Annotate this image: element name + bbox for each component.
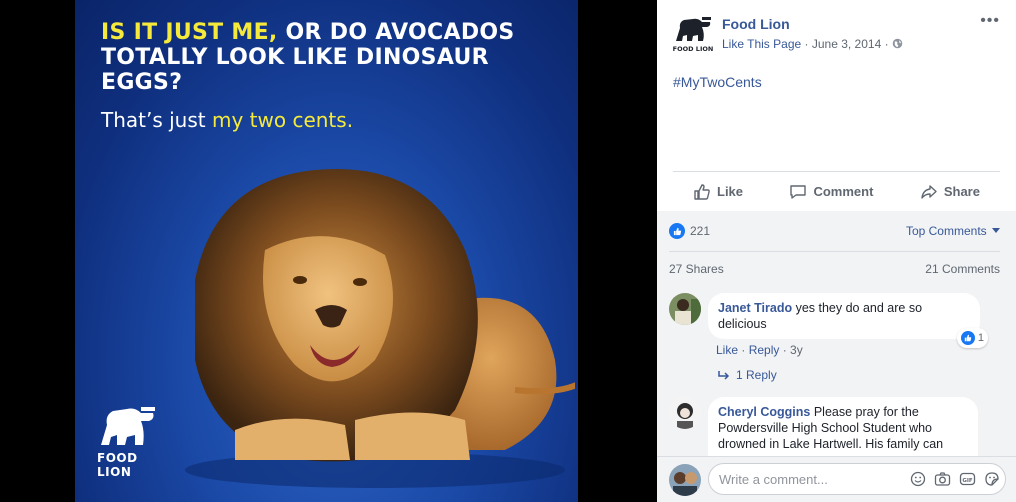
like-reaction-icon <box>669 223 685 239</box>
svg-text:GIF: GIF <box>962 478 973 484</box>
gif-icon[interactable]: GIF <box>959 471 976 490</box>
share-icon <box>921 184 937 199</box>
comment-icon <box>790 184 807 199</box>
sticker-icon[interactable] <box>984 471 1000 490</box>
comment: Janet Tirado yes they do and are so deli… <box>669 293 988 348</box>
view-replies-link[interactable]: 1 Reply <box>718 368 777 382</box>
like-label: Like <box>717 184 744 199</box>
comment-dot: · <box>738 343 749 357</box>
headline-highlight: IS IT JUST ME, <box>101 20 278 45</box>
comment-composer: GIF <box>657 456 1016 502</box>
more-icon[interactable]: ••• <box>980 12 1000 30</box>
post-actions: Like Comment Share <box>673 171 1000 211</box>
like-button[interactable]: Like <box>693 183 743 201</box>
comment-actions: Like · Reply · 3y <box>716 343 803 357</box>
avatar[interactable] <box>669 293 701 325</box>
post-side-panel: FOOD LION Food Lion Like This Page · Jun… <box>657 0 1016 502</box>
avatar <box>669 464 701 496</box>
comment-reaction-count: 1 <box>977 332 984 344</box>
composer-icons: GIF <box>910 471 1000 490</box>
top-comments-label: Top Comments <box>905 224 987 238</box>
meta-separator: · <box>881 37 892 51</box>
page-logo-text: FOOD LION <box>673 45 713 53</box>
like-icon <box>694 183 710 200</box>
reactions-summary[interactable]: 221 <box>669 223 710 239</box>
comment-reactions[interactable]: 1 <box>956 328 988 348</box>
comments-count[interactable]: 21 Comments <box>925 262 1000 276</box>
like-page-link[interactable]: Like This Page <box>722 37 801 51</box>
comment: Cheryl Coggins Please pray for the Powde… <box>669 397 978 457</box>
top-comments-dropdown[interactable]: Top Comments <box>906 224 1000 238</box>
comment-author[interactable]: Janet Tirado <box>718 301 792 315</box>
lion-illustration <box>185 169 575 488</box>
photo-tagline: That’s just my two cents. <box>101 108 353 132</box>
post-photo[interactable]: IS IT JUST ME, OR DO AVOCADOS TOTALLY LO… <box>75 0 578 502</box>
reactions-count: 221 <box>690 224 711 238</box>
photo-food-lion-logo: FOOD LION <box>97 405 167 479</box>
post-stats: 27 Shares 21 Comments <box>669 251 1000 276</box>
reply-arrow-icon <box>718 371 730 380</box>
meta-separator: · <box>801 37 812 51</box>
comment-like-link[interactable]: Like <box>716 343 738 357</box>
emoji-icon[interactable] <box>910 471 926 490</box>
comments-area: 221 Top Comments 27 Shares 21 Comments J… <box>657 211 1016 457</box>
post-hashtag[interactable]: #MyTwoCents <box>673 74 762 90</box>
share-label: Share <box>943 184 980 199</box>
lion-logo <box>101 407 155 445</box>
post-header: FOOD LION Food Lion Like This Page · Jun… <box>657 0 1016 60</box>
comment-bubble: Cheryl Coggins Please pray for the Powde… <box>708 397 978 457</box>
comment-bubble: Janet Tirado yes they do and are so deli… <box>708 293 988 348</box>
shares-count[interactable]: 27 Shares <box>669 262 724 276</box>
tagline-start: That’s just <box>101 108 212 132</box>
replies-count: 1 Reply <box>736 368 777 382</box>
tagline-highlight: my two cents. <box>211 108 354 132</box>
post-meta: Like This Page · June 3, 2014 · <box>722 37 903 51</box>
page-name[interactable]: Food Lion <box>722 16 790 32</box>
lion-logo[interactable]: FOOD LION <box>673 15 713 55</box>
globe-icon <box>892 38 903 49</box>
caret-down-icon <box>992 228 1000 233</box>
post-date[interactable]: June 3, 2014 <box>812 37 881 51</box>
photo-logo-text: FOOD LION <box>97 451 138 479</box>
comment-age[interactable]: 3y <box>790 343 803 357</box>
like-reaction-icon <box>960 331 975 345</box>
comment-author[interactable]: Cheryl Coggins <box>718 405 810 419</box>
comment-dot: · <box>779 343 791 357</box>
avatar[interactable] <box>669 397 701 429</box>
camera-icon[interactable] <box>934 471 951 490</box>
comment-label: Comment <box>813 184 874 199</box>
photo-headline: IS IT JUST ME, OR DO AVOCADOS TOTALLY LO… <box>101 20 561 95</box>
comment-reply-link[interactable]: Reply <box>749 343 780 357</box>
share-button[interactable]: Share <box>920 183 980 201</box>
comment-button[interactable]: Comment <box>789 183 873 201</box>
